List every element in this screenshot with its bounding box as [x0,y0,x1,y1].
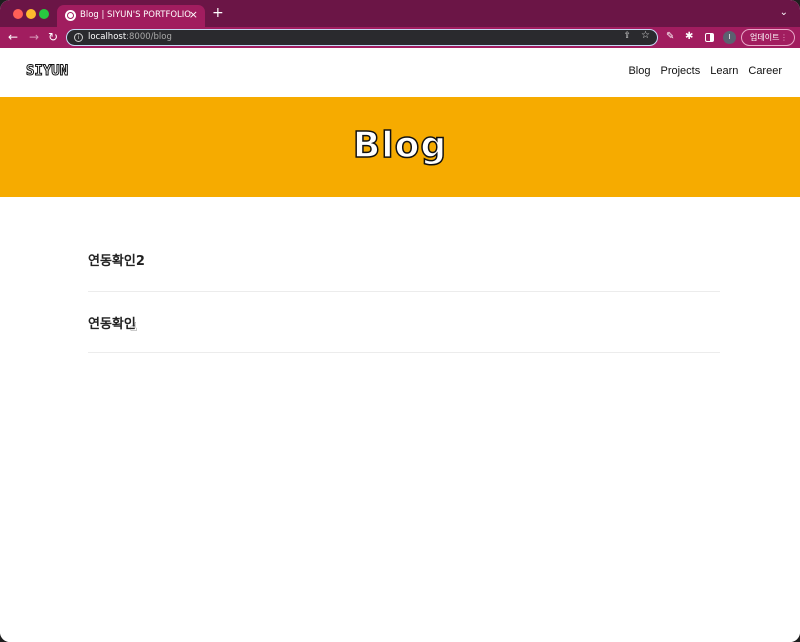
tab-close-icon[interactable]: × [189,8,198,21]
tab-blog[interactable]: Blog | SIYUN'S PORTFOLIO × [57,5,205,27]
web-page: SIYUN Blog Projects Learn Career Blog 연동… [0,48,800,642]
site-info-icon[interactable]: i [74,33,83,42]
tab-search-icon[interactable]: ⌄ [780,7,788,18]
reload-icon[interactable]: ↻ [48,29,58,45]
hand-cursor-icon: ☝ [130,320,138,334]
minimize-window-icon[interactable] [26,9,36,19]
nav-link-projects[interactable]: Projects [660,65,700,77]
post-title[interactable]: 연동확인2 [88,250,145,269]
close-window-icon[interactable] [13,9,23,19]
url-host: localhost [88,32,127,42]
post-list: 연동확인2 연동확인 [88,231,720,353]
side-panel-icon[interactable] [705,33,714,42]
extensions-puzzle-icon[interactable]: ✱ [685,30,693,44]
update-button[interactable]: 업데이트 ⋮ [741,29,795,46]
tab-bar: Blog | SIYUN'S PORTFOLIO × + ⌄ [0,0,800,27]
url-path: :8000/blog [126,32,172,42]
post-title[interactable]: 연동확인 [88,313,136,332]
nav-link-blog[interactable]: Blog [628,65,650,77]
browser-window: Blog | SIYUN'S PORTFOLIO × + ⌄ ← → ↻ i l… [0,0,800,642]
maximize-window-icon[interactable] [39,9,49,19]
more-menu-icon[interactable]: ⋮ [780,30,788,45]
update-button-label: 업데이트 [750,33,780,42]
hero-banner: Blog [0,97,800,197]
share-icon[interactable]: ⇪ [623,31,631,41]
bookmark-star-icon[interactable]: ☆ [641,30,650,41]
back-arrow-icon[interactable]: ← [8,29,18,45]
list-item[interactable]: 연동확인 [88,292,720,353]
browser-toolbar: ← → ↻ i localhost:8000/blog ⇪ ☆ ✎ ✱ I 업데… [0,27,800,48]
page-title: Blog [352,124,448,167]
url-text[interactable]: localhost:8000/blog [88,32,172,42]
globe-icon [65,10,76,21]
list-item[interactable]: 연동확인2 [88,231,720,292]
address-bar[interactable]: i localhost:8000/blog ⇪ ☆ [66,29,658,46]
forward-arrow-icon[interactable]: → [29,29,39,45]
site-logo[interactable]: SIYUN [25,63,68,80]
nav-link-learn[interactable]: Learn [710,65,738,77]
pen-extension-icon[interactable]: ✎ [666,30,674,44]
site-header: SIYUN Blog Projects Learn Career [0,48,800,97]
profile-avatar[interactable]: I [723,31,736,44]
tab-title: Blog | SIYUN'S PORTFOLIO [80,10,191,20]
site-nav: Blog Projects Learn Career [628,65,782,77]
nav-link-career[interactable]: Career [748,65,782,77]
new-tab-icon[interactable]: + [212,6,224,20]
